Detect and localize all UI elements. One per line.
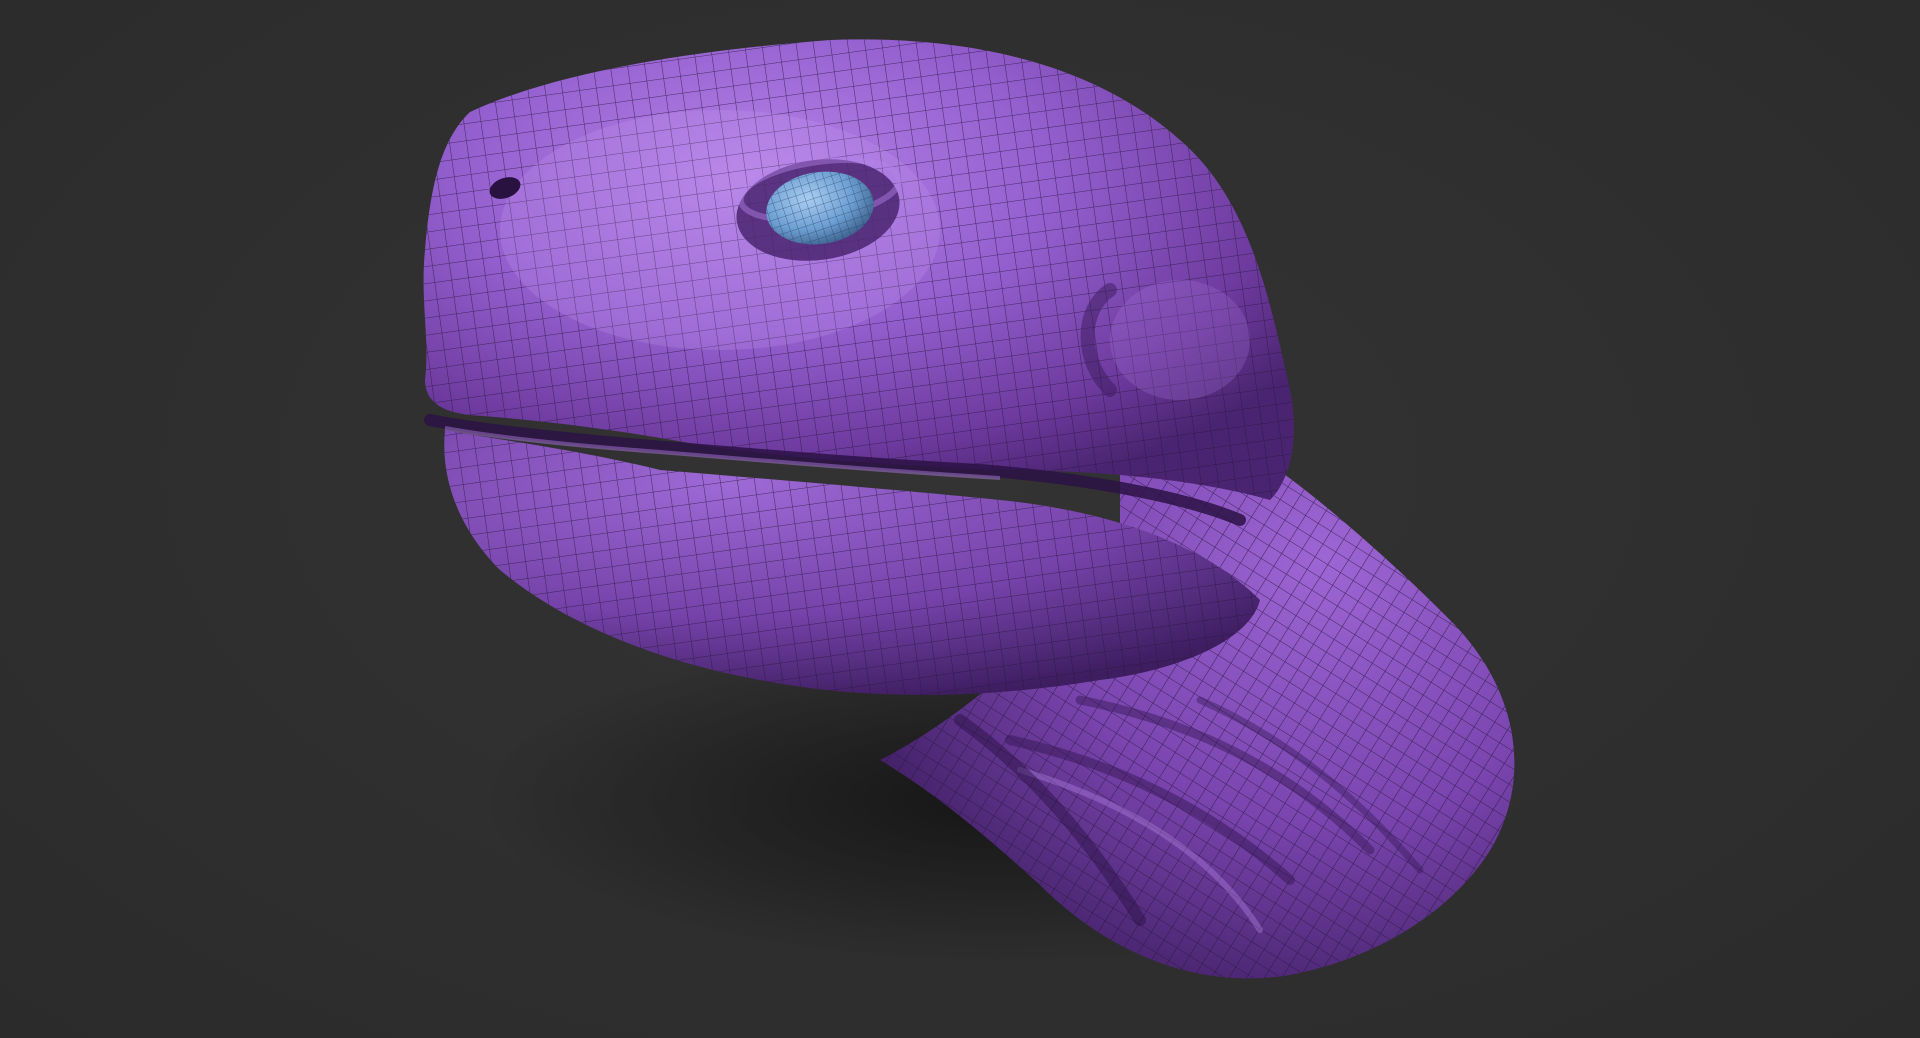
sculpt-canvas[interactable] (0, 0, 1920, 1038)
cheek-bulge (1110, 280, 1250, 400)
sculpt-viewport[interactable] (0, 0, 1920, 1038)
